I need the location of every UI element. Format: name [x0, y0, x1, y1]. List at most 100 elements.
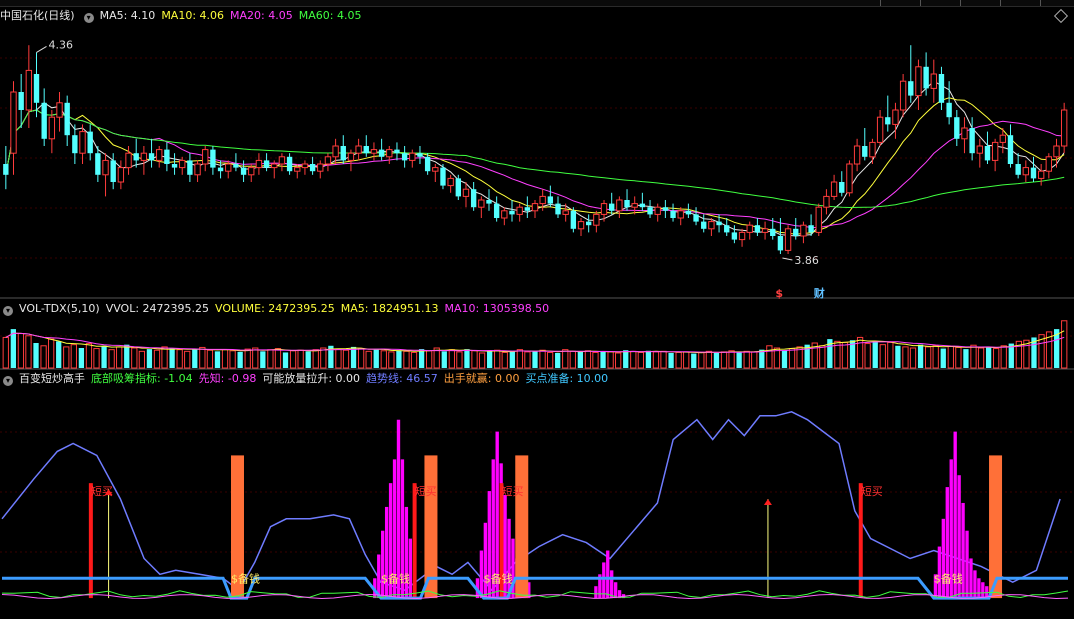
volume-bar	[955, 346, 962, 369]
volume-bar	[728, 350, 735, 369]
candle-body	[708, 221, 715, 230]
accumulation-bar	[981, 582, 985, 599]
candle-body	[309, 164, 316, 172]
candle	[577, 218, 585, 236]
candle-body	[616, 199, 623, 212]
short-buy-bar	[412, 483, 417, 599]
candle-body	[271, 163, 278, 169]
candle	[570, 207, 577, 233]
candle	[493, 196, 500, 222]
volume-bar	[546, 351, 554, 369]
price-label-ma5: MA5: 4.10	[99, 9, 156, 22]
volume-bar	[977, 347, 985, 369]
candle	[862, 128, 868, 161]
candle	[386, 146, 393, 164]
candle	[363, 135, 369, 157]
candle	[516, 203, 523, 222]
candle-body	[830, 181, 838, 197]
volume-bar	[418, 349, 425, 368]
candle	[309, 156, 316, 175]
volume-bar	[668, 353, 674, 368]
price-ma-labels: MA5: 4.10 MA10: 4.06 MA20: 4.05 MA60: 4.05	[100, 9, 368, 22]
volume-bar	[350, 346, 357, 368]
volume-bar	[161, 346, 168, 369]
volume-bar	[660, 350, 667, 369]
volume-bar	[456, 351, 463, 369]
candle	[761, 221, 769, 240]
chevron-down-icon[interactable]: ▾	[3, 306, 13, 316]
candle	[317, 160, 324, 179]
candle	[148, 138, 155, 168]
volume-bar	[267, 349, 274, 369]
candle	[1045, 153, 1053, 179]
candle-body	[324, 156, 332, 165]
volume-bar	[221, 349, 229, 369]
candle-body	[72, 135, 78, 154]
accumulation-bar	[613, 582, 618, 599]
indicator-header: ▾ 百变短炒高手 底部吸筹指标: -1.04 先知: -0.98 可能放量拉升: 0.0…	[0, 371, 1074, 387]
chevron-down-icon[interactable]: ▾	[3, 376, 13, 386]
candle-body	[225, 163, 232, 172]
candle-body	[248, 167, 255, 176]
volume-bar	[138, 350, 146, 369]
volume-bar	[56, 341, 62, 368]
candle	[815, 203, 822, 236]
volume-bar	[516, 349, 524, 369]
volume-bar	[637, 351, 644, 369]
candle	[1037, 164, 1045, 186]
short-buy-label: 短买	[501, 484, 523, 498]
volume-bar	[357, 348, 365, 369]
candle-body	[110, 160, 116, 182]
volume-bar	[403, 350, 410, 369]
candle-body	[954, 117, 960, 139]
candle	[286, 153, 293, 175]
volume-bar	[101, 345, 107, 368]
candle	[347, 149, 355, 172]
volume-bar	[426, 350, 433, 369]
volume-bar	[872, 341, 878, 368]
volume-bar	[486, 351, 493, 368]
volume-bar	[555, 353, 561, 368]
volume-bar	[751, 351, 758, 369]
indicator-name: 百变短炒高手	[19, 372, 85, 385]
win-bar	[989, 455, 1003, 599]
candle	[823, 189, 830, 215]
trend-line	[1, 411, 1061, 592]
chevron-down-icon[interactable]: ▾	[83, 13, 94, 23]
candle	[1007, 124, 1014, 168]
candle-body	[87, 131, 93, 154]
volume-bar	[909, 347, 917, 369]
candle-body	[808, 225, 814, 233]
volume-bar	[970, 344, 977, 369]
volume-bar	[819, 345, 826, 369]
candle-body	[555, 203, 561, 215]
candle-body	[1007, 135, 1014, 164]
signal-mark: 财	[813, 286, 825, 300]
candle-body	[64, 102, 70, 136]
candle-body	[976, 145, 983, 154]
volume-bar	[33, 343, 39, 368]
candle	[839, 171, 845, 197]
candle	[654, 203, 661, 222]
candle	[800, 221, 807, 244]
volume-bar	[169, 348, 175, 368]
accumulation-bar	[941, 518, 946, 599]
candle-body	[363, 146, 369, 154]
volume-bar	[342, 349, 350, 369]
candle-body	[386, 149, 393, 158]
candle-body	[125, 152, 132, 169]
volume-bar	[932, 345, 939, 369]
volume-bar	[312, 349, 319, 369]
low-value-label: 3.86	[794, 254, 819, 267]
candle-body	[140, 152, 148, 161]
candle-body	[693, 214, 699, 222]
candle	[18, 74, 24, 128]
volume-bar	[501, 351, 508, 369]
up-arrow-icon	[763, 499, 772, 505]
signal-mark: $	[775, 287, 783, 300]
ready-label: $备钱	[231, 571, 260, 585]
volume-bar	[683, 351, 690, 369]
volume-bar	[940, 348, 946, 368]
candle	[278, 153, 286, 172]
candle-body	[716, 221, 722, 226]
